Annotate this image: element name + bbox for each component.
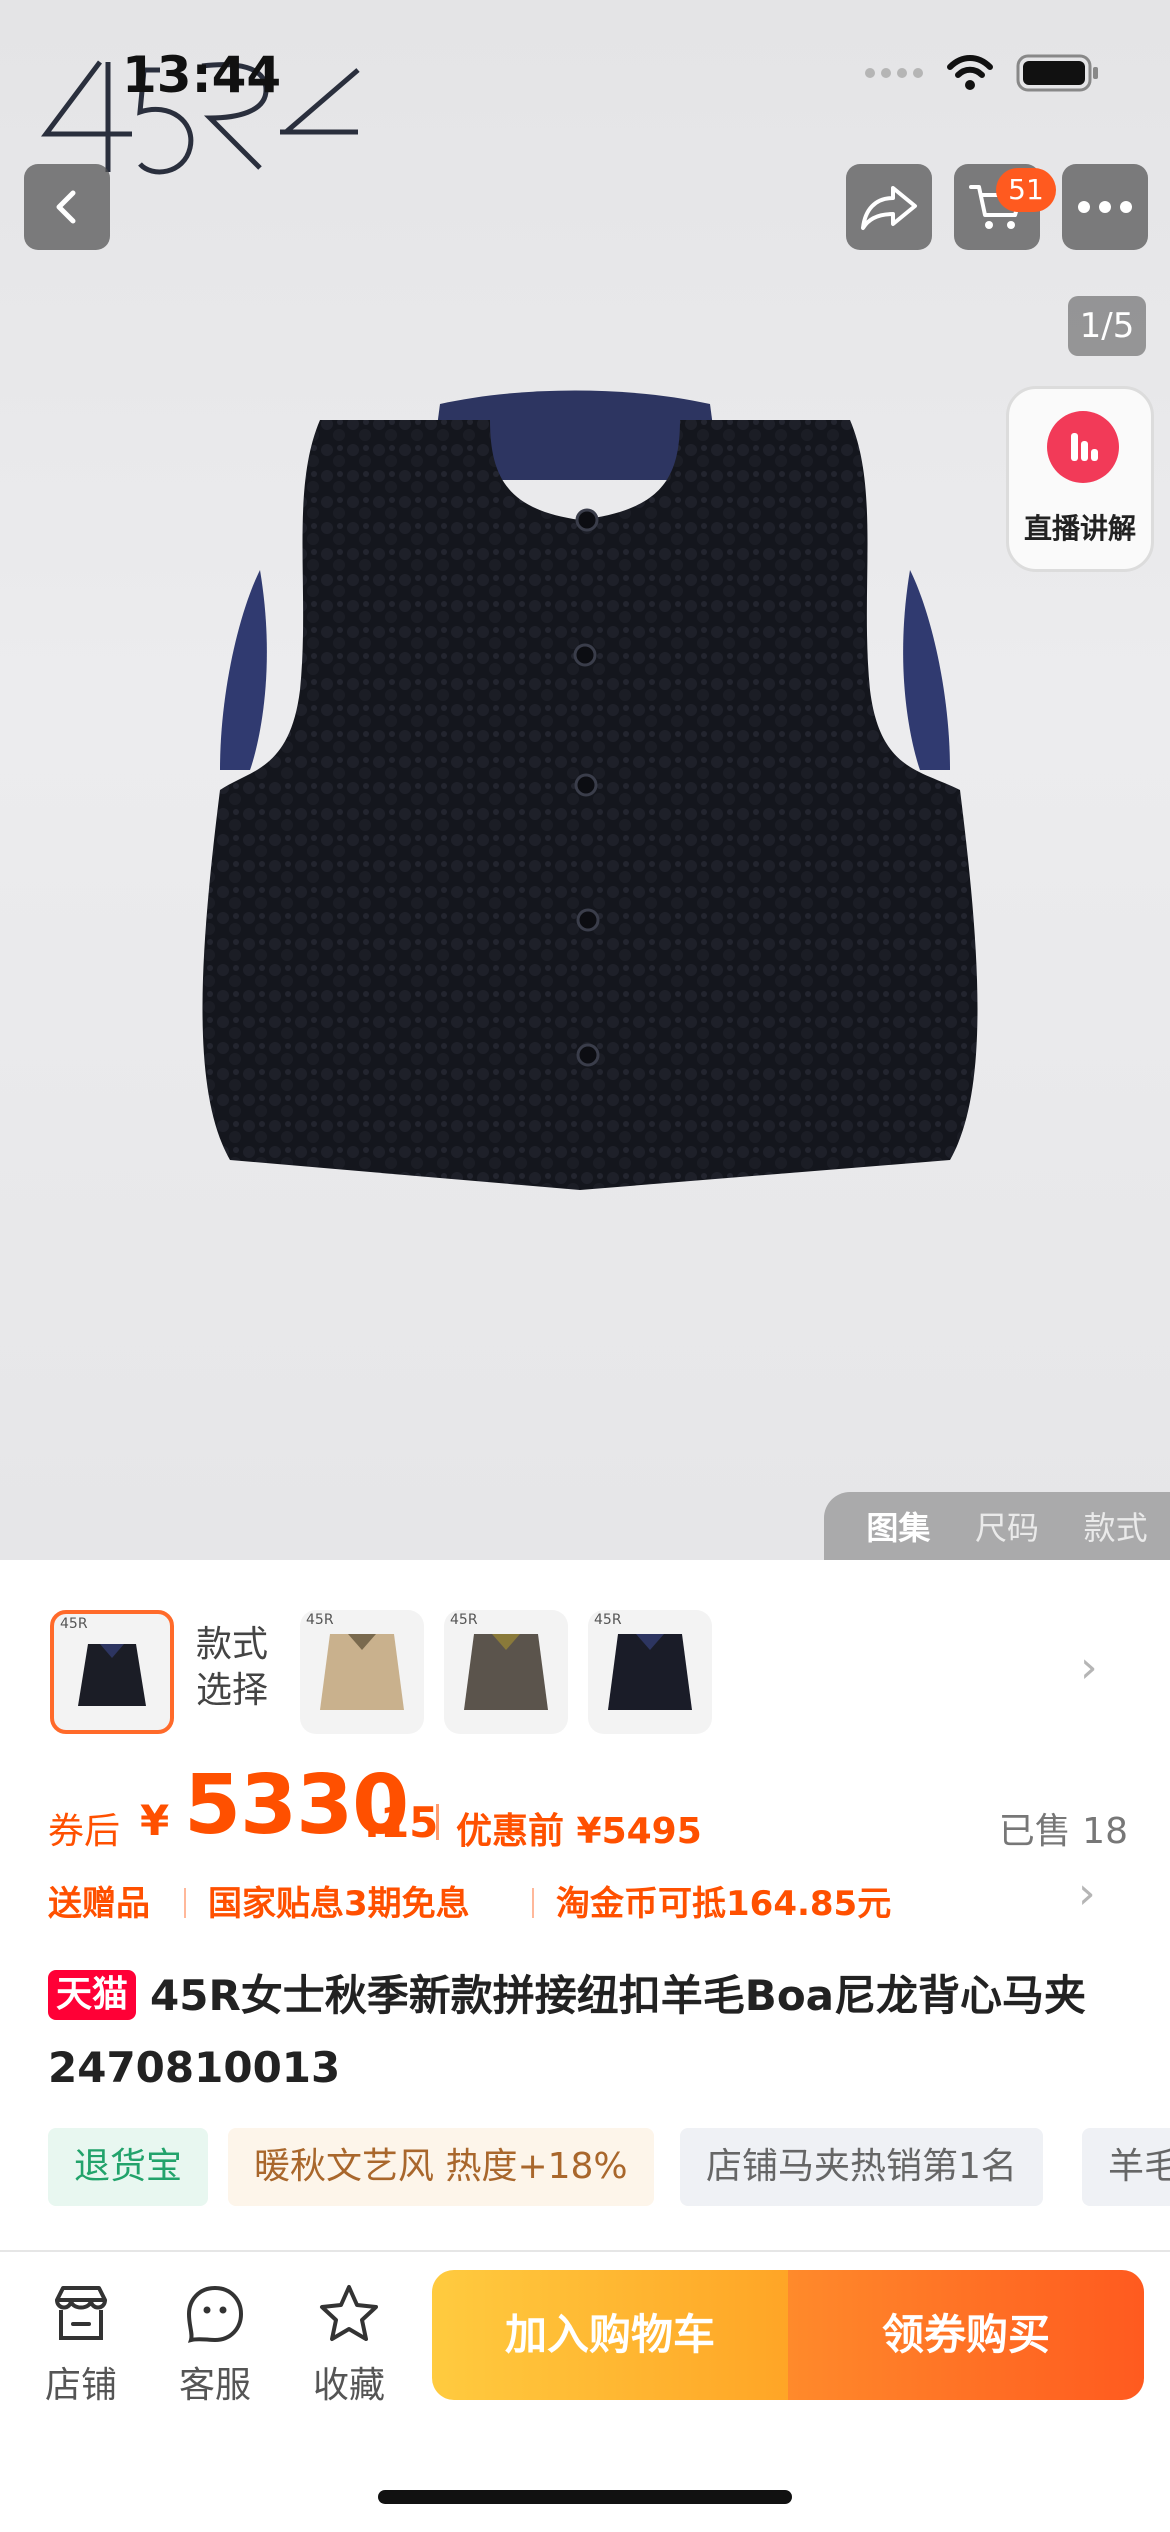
tab-style[interactable]: 款式 — [1084, 1503, 1148, 1549]
thumb-logo: 45R — [306, 1612, 334, 1628]
bottom-action-bar: 店铺 客服 收藏 加入购物车 领券购买 — [0, 2252, 1170, 2452]
store-label: 店铺 — [44, 2365, 117, 2406]
thumb-logo: 45R — [450, 1612, 478, 1628]
product-page: 13:44 51 1/5 直播讲解 图集 尺码 款式 45R 款式 选择 45R… — [0, 0, 1170, 2532]
signal-icon — [865, 68, 923, 78]
promo-row[interactable]: 送赠品 国家贴息3期免息 淘金币可抵164.85元 › — [48, 1868, 1128, 1936]
cart-count-badge: 51 — [996, 168, 1056, 212]
style-thumb-2[interactable]: 45R — [300, 1610, 424, 1734]
buy-now-button[interactable]: 领券购买 — [788, 2270, 1144, 2400]
product-vest-image — [202, 390, 978, 1190]
more-button[interactable] — [1062, 164, 1148, 250]
status-icons — [864, 54, 1100, 92]
image-page-counter: 1/5 — [1068, 296, 1146, 356]
tag-bestseller[interactable]: 店铺马夹热销第1名 — [680, 2128, 1043, 2206]
chevron-right-icon: › — [1078, 1868, 1096, 1919]
promo-gift: 送赠品 — [48, 1884, 150, 1924]
promo-divider — [532, 1888, 534, 1918]
chevron-left-icon — [56, 190, 76, 224]
back-button[interactable] — [24, 164, 110, 250]
store-icon — [55, 2286, 107, 2340]
live-explain-button[interactable]: 直播讲解 — [1006, 386, 1154, 572]
price-row: 券后 ¥ 5330 .15 优惠前 ¥5495 已售 18 — [48, 1758, 1128, 1858]
service-label: 客服 — [178, 2365, 251, 2406]
favorite-label: 收藏 — [312, 2365, 385, 2406]
tag-material[interactable]: 羊毛 — [1082, 2128, 1170, 2206]
sold-count: 已售 18 — [998, 1811, 1128, 1852]
tag-row: 退货宝 暖秋文艺风 热度+18% 店铺马夹热销第1名 羊毛 — [48, 2128, 1170, 2208]
status-time: 13:44 — [122, 46, 282, 104]
battery-icon — [1016, 54, 1098, 92]
tag-return-insurance[interactable]: 退货宝 — [48, 2128, 209, 2206]
product-info-section: 45R 款式 选择 45R 45R 45R › 券后 ¥ 5330 .15 优惠… — [0, 1560, 1170, 2260]
tmall-badge: 天猫 — [48, 1970, 137, 2020]
favorite-button[interactable]: 收藏 — [294, 2282, 404, 2408]
price-currency: ¥ — [140, 1796, 170, 1845]
live-icon — [1047, 411, 1119, 483]
tab-size[interactable]: 尺码 — [975, 1503, 1039, 1549]
price-prefix: 券后 — [48, 1811, 121, 1852]
style-thumb-1[interactable]: 45R — [50, 1610, 174, 1734]
promo-coins: 淘金币可抵164.85元 — [556, 1884, 892, 1924]
style-select-label[interactable]: 款式 选择 — [196, 1622, 268, 1714]
style-thumb-4[interactable]: 45R — [588, 1610, 712, 1734]
tab-gallery[interactable]: 图集 — [866, 1503, 930, 1549]
share-icon — [861, 186, 917, 230]
price-before-discount: 优惠前 ¥5495 — [456, 1811, 702, 1852]
product-title-text: 45R女士秋季新款拼接纽扣羊毛Boa尼龙背心马夹2470810013 — [48, 1971, 1087, 2092]
cta-group: 加入购物车 领券购买 — [432, 2270, 1144, 2400]
live-label: 直播讲解 — [1023, 512, 1136, 545]
store-button[interactable]: 店铺 — [26, 2282, 136, 2408]
price-divider — [436, 1804, 439, 1840]
more-dots-icon — [1078, 201, 1132, 213]
product-title: 天猫 45R女士秋季新款拼接纽扣羊毛Boa尼龙背心马夹2470810013 — [48, 1960, 1128, 2104]
style-thumb-3[interactable]: 45R — [444, 1610, 568, 1734]
promo-installment: 国家贴息3期免息 — [208, 1884, 470, 1924]
wifi-icon — [947, 55, 993, 90]
star-icon — [320, 2285, 378, 2341]
thumb-logo: 45R — [60, 1616, 88, 1632]
chevron-right-icon[interactable]: › — [1080, 1642, 1098, 1693]
promo-divider — [184, 1888, 186, 1918]
customer-service-button[interactable]: 客服 — [160, 2282, 270, 2408]
thumb-logo: 45R — [594, 1612, 622, 1628]
gallery-tab-bar: 图集 尺码 款式 — [824, 1492, 1170, 1560]
price-decimal: .15 — [364, 1798, 439, 1847]
share-button[interactable] — [846, 164, 932, 250]
add-to-cart-button[interactable]: 加入购物车 — [432, 2270, 788, 2400]
tag-style-trend[interactable]: 暖秋文艺风 热度+18% — [228, 2128, 654, 2206]
home-indicator[interactable] — [378, 2490, 792, 2504]
chat-smile-icon — [186, 2285, 244, 2343]
product-image-gallery[interactable]: 13:44 51 1/5 直播讲解 图集 尺码 款式 — [0, 0, 1170, 1560]
